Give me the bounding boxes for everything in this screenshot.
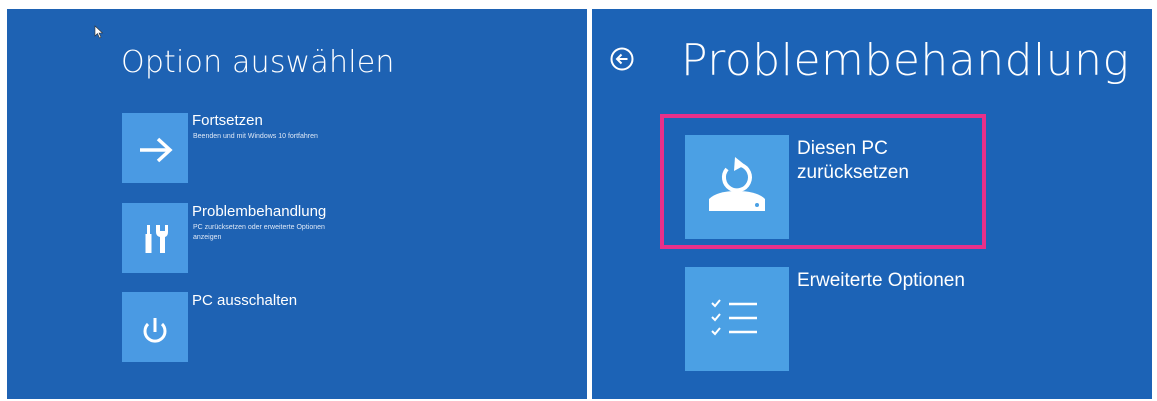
troubleshoot-screen: Problembehandlung Diesen PC zurücksetzen bbox=[592, 9, 1152, 399]
arrow-right-icon[interactable] bbox=[122, 113, 188, 183]
option-label: PC ausschalten bbox=[192, 292, 298, 309]
tools-icon[interactable] bbox=[122, 203, 188, 273]
option-description: PC zurücksetzen oder erweiterte Optionen… bbox=[193, 224, 325, 241]
option-label: Fortsetzen bbox=[192, 112, 263, 129]
choose-option-screen: Option auswählen Fortsetzen Beenden und … bbox=[7, 9, 587, 399]
option-description: Beenden und mit Windows 10 fortfahren bbox=[193, 133, 318, 140]
power-icon[interactable] bbox=[122, 292, 188, 362]
option-label: Problembehandlung bbox=[192, 203, 327, 220]
option-label: Erweiterte Optionen bbox=[797, 270, 965, 291]
page-title: Problembehandlung bbox=[681, 35, 1130, 86]
highlight-frame bbox=[660, 114, 986, 249]
mouse-cursor-icon bbox=[94, 25, 104, 39]
back-arrow-icon[interactable] bbox=[610, 47, 634, 71]
screenshot-canvas: Option auswählen Fortsetzen Beenden und … bbox=[0, 0, 1157, 401]
page-title: Option auswählen bbox=[121, 45, 395, 80]
checklist-icon[interactable] bbox=[685, 267, 789, 371]
